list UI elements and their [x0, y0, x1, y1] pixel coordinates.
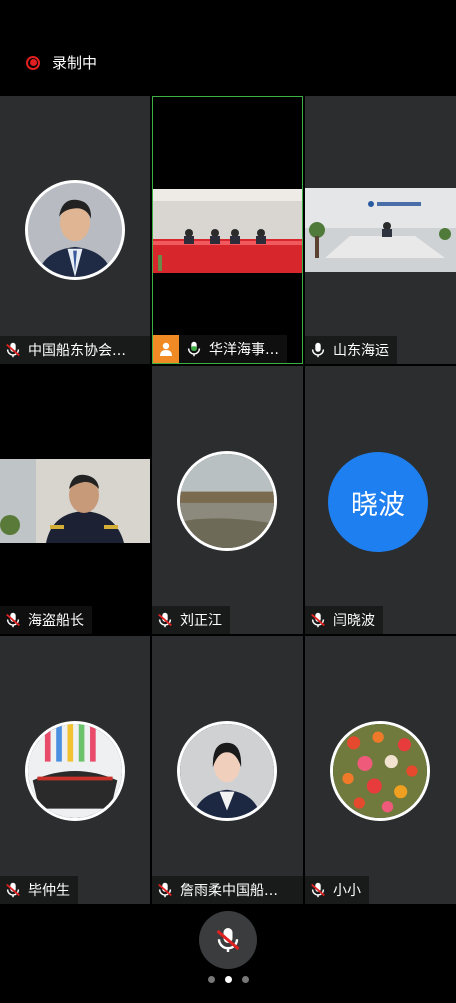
- recording-label: 录制中: [52, 54, 98, 72]
- participant-tile[interactable]: 山东海运: [305, 96, 456, 364]
- participant-name: 海盗船长: [28, 613, 84, 629]
- video-feed: [153, 189, 302, 273]
- video-feed: [0, 459, 150, 543]
- mic-on-icon: [185, 340, 203, 358]
- participant-label: 海盗船长: [0, 606, 92, 634]
- participant-name: 华洋海事…: [209, 342, 279, 358]
- recording-indicator: 录制中: [26, 52, 97, 73]
- host-badge: [153, 335, 179, 363]
- participant-name: 毕仲生: [28, 883, 70, 899]
- mute-toggle-button[interactable]: [199, 911, 257, 969]
- participant-name: 中国船东协会…: [28, 343, 126, 359]
- participant-tile[interactable]: 刘正江: [152, 366, 303, 634]
- mic-muted-icon: [213, 925, 243, 955]
- page-dot[interactable]: [207, 976, 215, 983]
- video-feed: [305, 188, 456, 272]
- avatar: [177, 721, 277, 821]
- participant-tile[interactable]: 中国船东协会…: [0, 96, 150, 364]
- avatar: [177, 451, 277, 551]
- avatar: [25, 721, 125, 821]
- mic-muted-icon: [156, 881, 174, 899]
- participant-name: 小小: [333, 883, 361, 899]
- mic-muted-icon: [309, 881, 327, 899]
- mic-muted-icon: [4, 881, 22, 899]
- avatar: [330, 721, 430, 821]
- mic-on-icon: [309, 341, 327, 359]
- participant-label: 闫晓波: [305, 606, 383, 634]
- mic-muted-icon: [309, 611, 327, 629]
- record-icon: [26, 55, 40, 70]
- avatar-initials: 晓波: [351, 489, 405, 521]
- mic-muted-icon: [4, 611, 22, 629]
- participant-label: 中国船东协会…: [0, 336, 150, 364]
- page-dot[interactable]: [241, 976, 249, 983]
- participant-tile[interactable]: 海盗船长: [0, 366, 150, 634]
- mic-muted-icon: [4, 341, 22, 359]
- participant-label: 华洋海事…: [153, 335, 287, 363]
- participant-tile[interactable]: 毕仲生: [0, 636, 150, 904]
- page-indicator: [0, 976, 456, 983]
- participant-name: 刘正江: [180, 613, 222, 629]
- participant-label: 詹雨柔中国船…: [152, 876, 303, 904]
- avatar: [25, 180, 125, 280]
- mic-muted-icon: [156, 611, 174, 629]
- participant-label: 刘正江: [152, 606, 230, 634]
- person-icon: [160, 342, 172, 356]
- participant-tile-active-speaker[interactable]: 华洋海事…: [152, 96, 303, 364]
- page-dot-current[interactable]: [224, 976, 232, 983]
- participant-tile[interactable]: 晓波 闫晓波: [305, 366, 456, 634]
- participant-tile[interactable]: 小小: [305, 636, 456, 904]
- participant-label: 山东海运: [305, 336, 397, 364]
- participant-name: 山东海运: [333, 343, 389, 359]
- participant-name: 詹雨柔中国船…: [180, 883, 278, 899]
- participant-tile[interactable]: 詹雨柔中国船…: [152, 636, 303, 904]
- participant-name: 闫晓波: [333, 613, 375, 629]
- participant-label: 毕仲生: [0, 876, 78, 904]
- participant-label: 小小: [305, 876, 369, 904]
- initials-avatar: 晓波: [328, 452, 428, 552]
